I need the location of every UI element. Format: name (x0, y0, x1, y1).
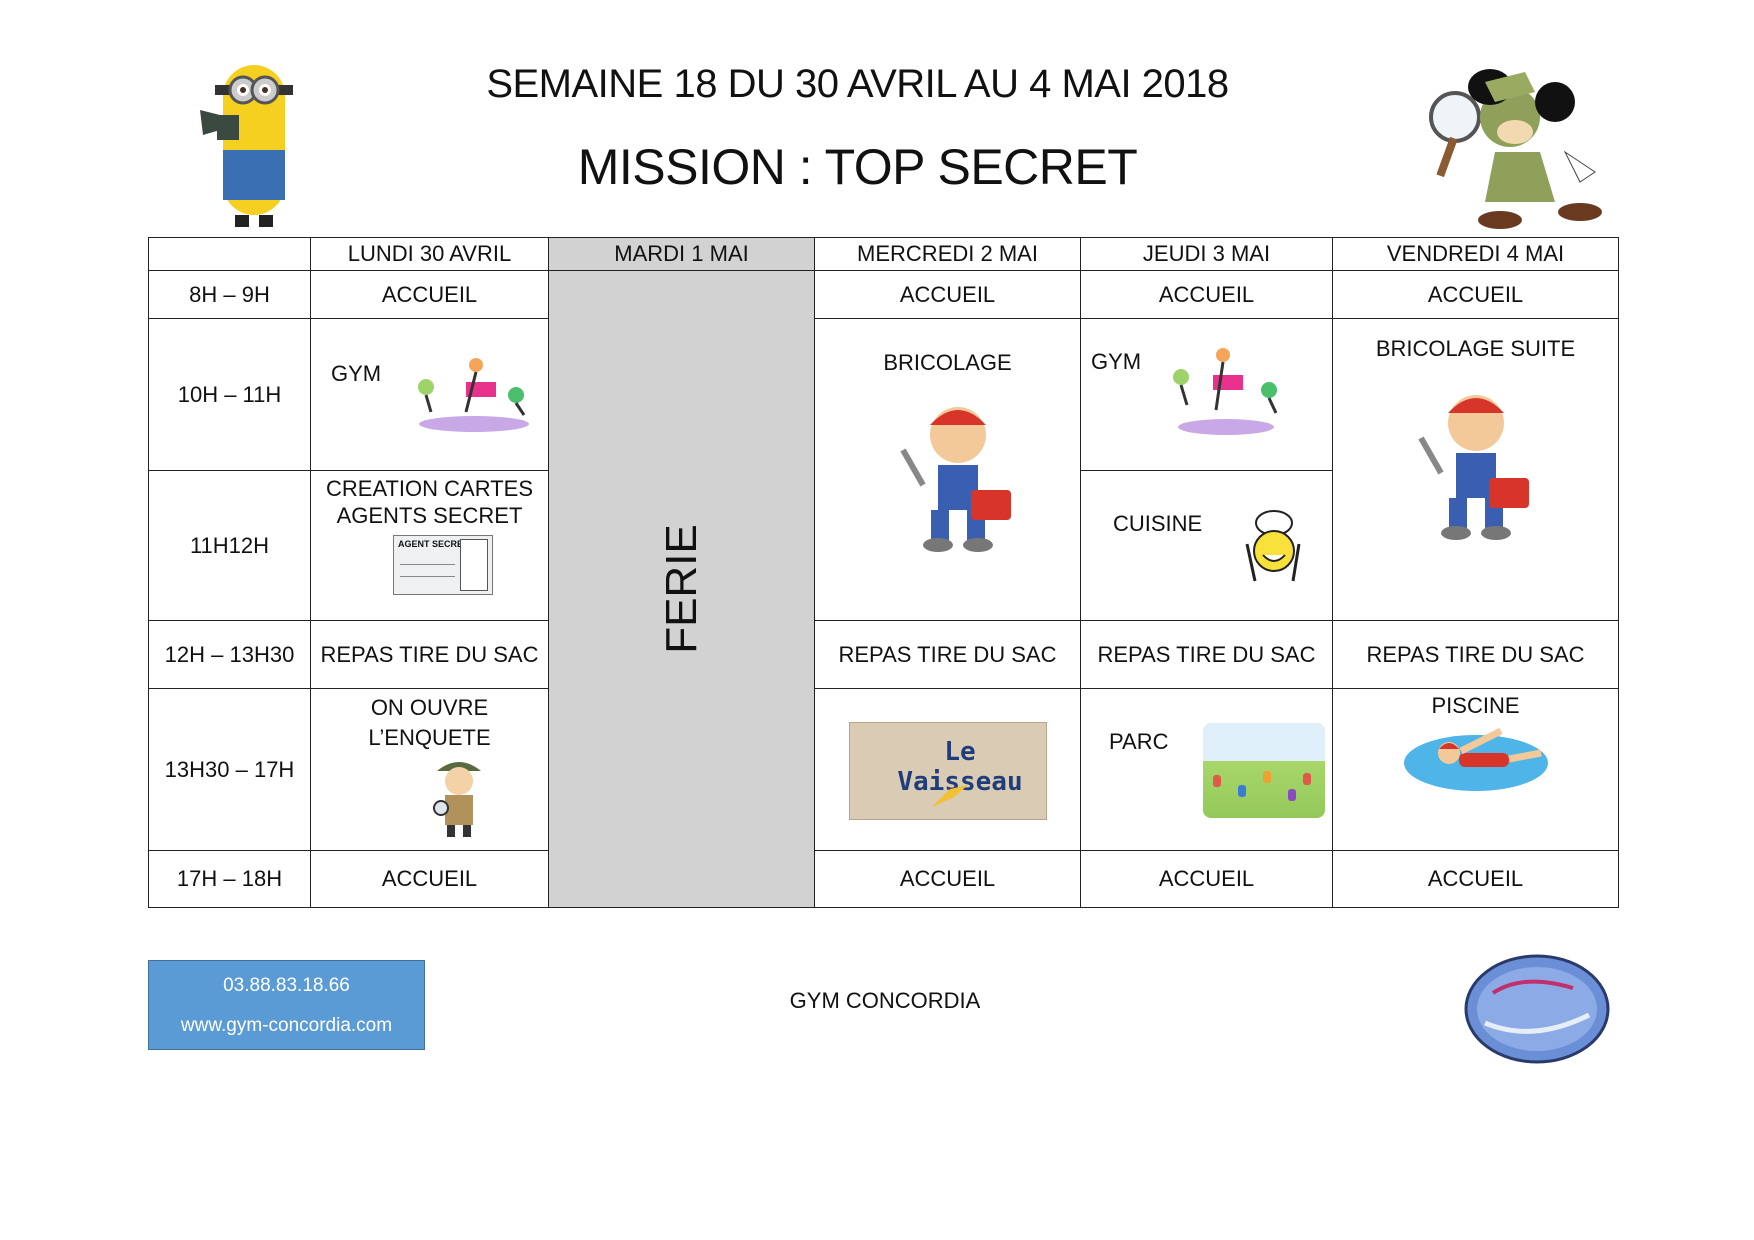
lundi-slot-3: CREATION CARTES AGENTS SECRET AGENT SECR… (310, 470, 549, 621)
detective-illustration (1429, 69, 1602, 229)
activity-label: GYM (331, 361, 382, 386)
vendredi-slot-1: ACCUEIL (1332, 270, 1619, 319)
jeudi-slot-5: PARC (1080, 688, 1333, 851)
corner-cell (148, 237, 311, 271)
mercredi-slot-6: ACCUEIL (814, 850, 1081, 908)
chef-icon (1245, 510, 1301, 582)
lundi-slot-1: ACCUEIL (310, 270, 549, 319)
agent-card-icon: AGENT SECRET (393, 535, 493, 595)
park-icon (1203, 723, 1325, 818)
activity-label: BRICOLAGE SUITE (1375, 335, 1576, 361)
page-title: SEMAINE 18 DU 30 AVRIL AU 4 MAI 2018 (486, 62, 1229, 106)
activity-label: GYM (1091, 349, 1142, 374)
website-link[interactable]: www.gym-concordia.com (149, 1015, 424, 1037)
time-slot: 13H30 – 17H (148, 688, 311, 851)
activity-label: BRICOLAGE (883, 349, 1012, 375)
phone-number: 03.88.83.18.66 (223, 975, 350, 996)
activity-label: PISCINE (1431, 693, 1520, 718)
mercredi-slot-5: Le Vaisseau (814, 688, 1081, 851)
jeudi-slot-6: ACCUEIL (1080, 850, 1333, 908)
day-header-mercredi: MERCREDI 2 MAI (814, 237, 1081, 271)
handyman-icon (900, 406, 1011, 552)
time-slot: 8H – 9H (148, 270, 311, 319)
schedule-table: LUNDI 30 AVRIL MARDI 1 MAI MERCREDI 2 MA… (148, 237, 1619, 908)
activity-label: CUISINE (1113, 511, 1203, 536)
activity-label-line1: CREATION CARTES (326, 476, 533, 501)
lundi-slot-2: GYM (310, 318, 549, 471)
organization-name: GYM CONCORDIA (789, 988, 981, 1013)
vendredi-slot-5: PISCINE (1332, 688, 1619, 851)
day-header-jeudi: JEUDI 3 MAI (1080, 237, 1333, 271)
contact-box: 03.88.83.18.66 www.gym-concordia.com (148, 960, 425, 1050)
vaisseau-sign: Le Vaisseau (849, 722, 1047, 820)
day-header-mardi: MARDI 1 MAI (548, 237, 815, 271)
minion-illustration (200, 65, 293, 227)
activity-label-line2: AGENTS SECRET (336, 503, 523, 528)
day-header-vendredi: VENDREDI 4 MAI (1332, 237, 1619, 271)
handyman-icon (1418, 394, 1529, 540)
swimmer-icon (1404, 727, 1548, 791)
mercredi-slot-1: ACCUEIL (814, 270, 1081, 319)
day-header-lundi: LUNDI 30 AVRIL (310, 237, 549, 271)
jeudi-slot-4: REPAS TIRE DU SAC (1080, 620, 1333, 689)
page-subtitle: MISSION : TOP SECRET (577, 139, 1138, 195)
lundi-slot-6: ACCUEIL (310, 850, 549, 908)
time-slot: 10H – 11H (148, 318, 311, 471)
activity-label-line2: L’ENQUETE (368, 725, 491, 750)
gym-concordia-logo (1464, 954, 1610, 1064)
jeudi-slot-2: GYM (1080, 318, 1333, 471)
mercredi-slot-4: REPAS TIRE DU SAC (814, 620, 1081, 689)
activity-label: PARC (1109, 729, 1169, 754)
jeudi-slot-3: CUISINE (1080, 470, 1333, 621)
vendredi-slot-6: ACCUEIL (1332, 850, 1619, 908)
lundi-slot-4: REPAS TIRE DU SAC (310, 620, 549, 689)
time-slot: 17H – 18H (148, 850, 311, 908)
lundi-slot-5: ON OUVRE L’ENQUETE (310, 688, 549, 851)
activity-label-line1: ON OUVRE (370, 695, 489, 720)
time-slot: 12H – 13H30 (148, 620, 311, 689)
detective-icon (433, 762, 481, 837)
holiday-label: FERIE (656, 524, 706, 654)
time-slot: 11H12H (148, 470, 311, 621)
jeudi-slot-1: ACCUEIL (1080, 270, 1333, 319)
gym-icon (1173, 348, 1278, 435)
vendredi-slot-4: REPAS TIRE DU SAC (1332, 620, 1619, 689)
gym-icon (418, 358, 529, 432)
mercredi-slot-2: BRICOLAGE (814, 318, 1081, 621)
holiday-cell: FERIE (548, 270, 815, 908)
vendredi-slot-2: BRICOLAGE SUITE (1332, 318, 1619, 621)
